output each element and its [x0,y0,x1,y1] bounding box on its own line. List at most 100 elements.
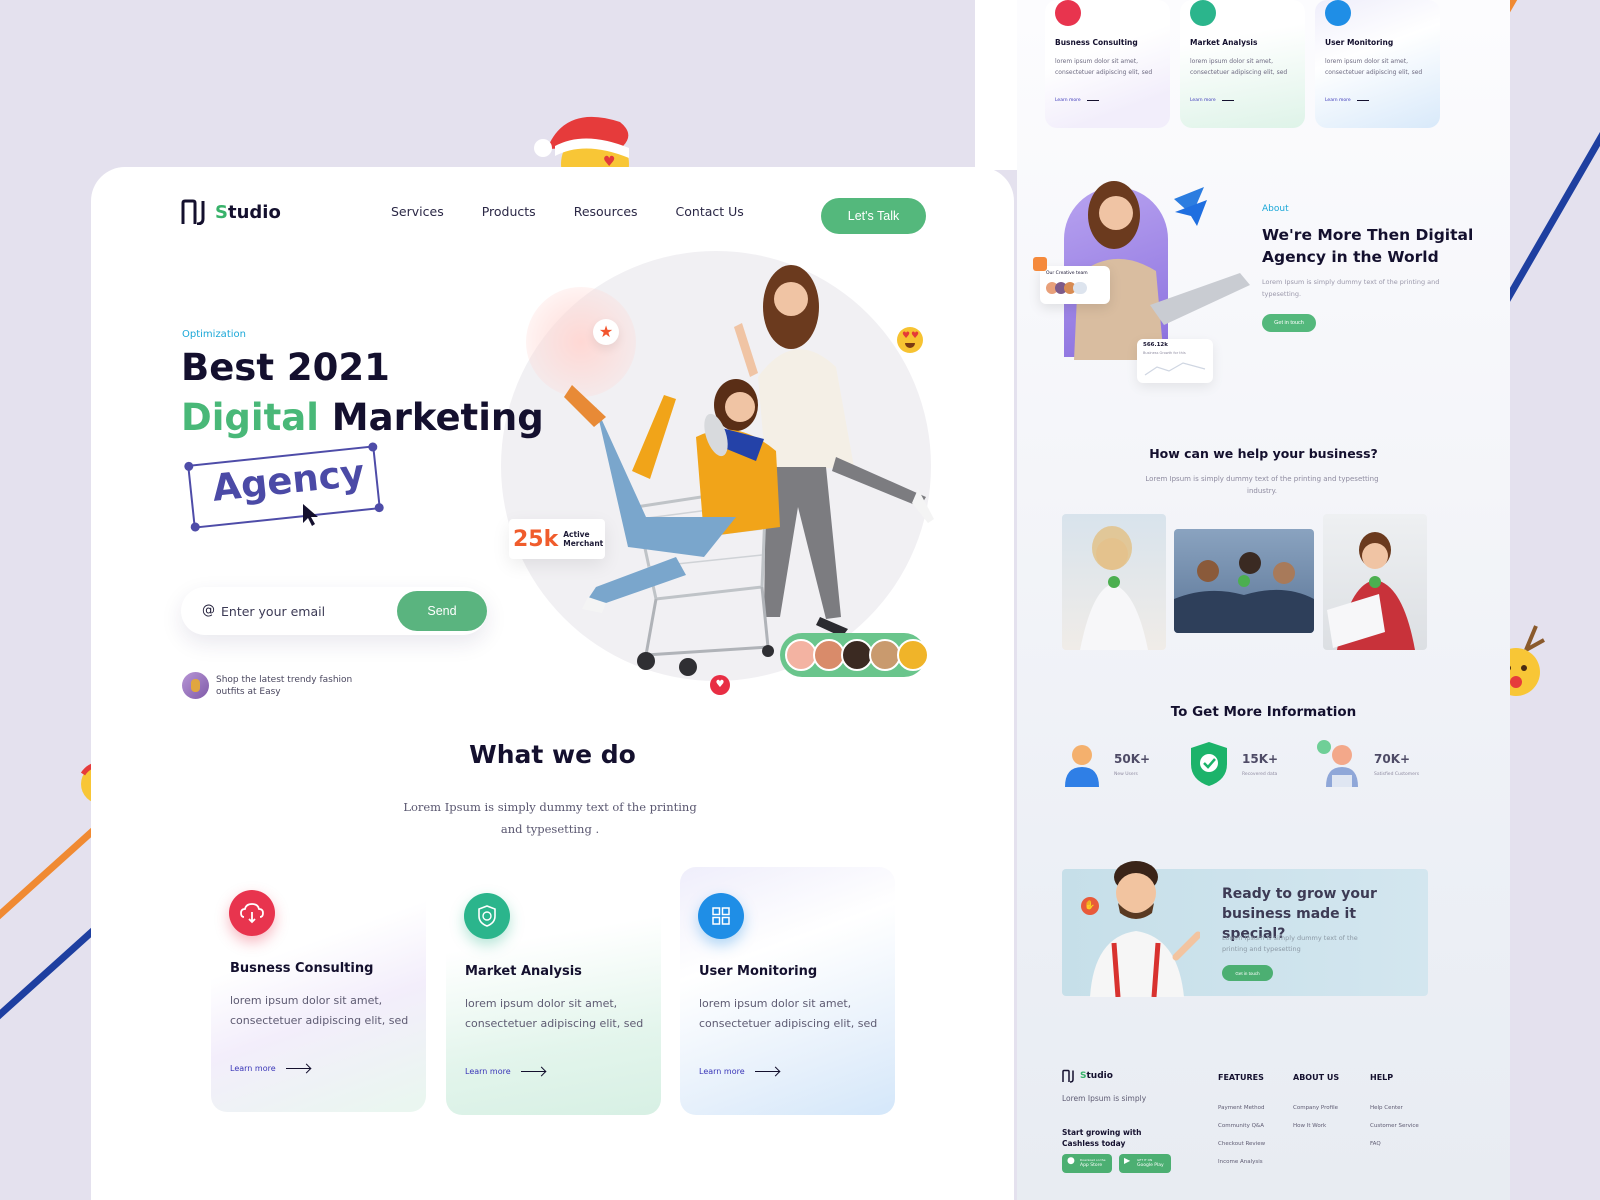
star-badge-icon: ★ [593,319,619,345]
email-field[interactable] [221,600,381,622]
mini-card-desc: lorem ipsum dolor sit amet, consectetuer… [1055,58,1153,76]
merchant-stat-label: Active Merchant [563,530,604,548]
video-thumbnail-woman-docs[interactable] [1323,514,1427,650]
play-icon[interactable] [1238,575,1250,587]
mini-card-title: Market Analysis [1190,38,1258,47]
hero-title-line1: Best 2021 [181,346,390,389]
video-thumbnail-team-meeting[interactable] [1174,529,1314,633]
card-desc: lorem ipsum dolor sit amet, consectetuer… [230,994,409,1027]
growth-stat-card: 566.12k Business Growth for this [1137,339,1213,383]
nav-item-contact[interactable]: Contact Us [676,204,744,219]
footer-brand-name: Studio [1080,1071,1113,1081]
learn-more-link[interactable]: Learn more [1325,98,1369,103]
footer-grow-text: Start growing with Cashless today [1062,1128,1142,1148]
card-title: Busness Consulting [230,961,374,976]
lets-talk-button[interactable]: Let's Talk [821,198,926,234]
at-icon: @ [202,603,215,618]
mini-card-consulting[interactable]: Busness Consulting lorem ipsum dolor sit… [1045,0,1170,128]
footer-link[interactable]: How It Work [1293,1123,1326,1129]
footer-link[interactable]: FAQ [1370,1141,1381,1147]
hero-title-line2: Digital Marketing [181,396,544,439]
main-nav: Services Products Resources Contact Us [391,204,744,219]
google-play-button[interactable]: ▶ GET IT ON Google Play [1119,1154,1171,1173]
mini-card-desc: lorem ipsum dolor sit amet, consectetuer… [1325,58,1423,76]
surprised-man-illustration [1090,861,1200,997]
shield-icon [464,893,510,939]
footer-link[interactable]: Checkout Review [1218,1141,1265,1147]
learn-more-link[interactable]: Learn more [465,1067,545,1076]
apple-icon: ● [1067,1156,1075,1166]
security-shield-icon [1191,742,1227,786]
mini-card-user-monitoring[interactable]: User Monitoring lorem ipsum dolor sit am… [1315,0,1440,128]
growth-stat-label: Business Growth for this [1143,351,1186,355]
video-thumbnail-phone-call[interactable] [1062,514,1166,650]
help-title: How can we help your business? [1149,446,1378,461]
stat-recovered-value: 15K+ [1242,752,1279,766]
mini-card-title: Busness Consulting [1055,38,1138,47]
decorative-stripe-blue-right [1501,76,1600,306]
footer-link[interactable]: Community Q&A [1218,1123,1264,1129]
help-subtitle: Lorem Ipsum is simply dummy text of the … [1145,475,1379,495]
footer-link[interactable]: Income Analysis [1218,1159,1263,1165]
arrow-right-icon [1356,100,1369,101]
service-card-user-monitoring[interactable]: User Monitoring lorem ipsum dolor sit am… [680,867,895,1115]
card-title: Market Analysis [465,964,582,979]
learn-more-link[interactable]: Learn more [699,1067,779,1076]
footer-logo[interactable]: Studio [1062,1069,1113,1083]
learn-more-link[interactable]: Learn more [1190,98,1234,103]
nav-item-products[interactable]: Products [482,204,536,219]
learn-more-link[interactable]: Learn more [1055,98,1099,103]
stat-new-users-value: 50K+ [1114,752,1151,766]
footer-link[interactable]: Payment Method [1218,1105,1264,1111]
promo-text: Shop the latest trendy fashion outfits a… [216,674,353,697]
send-button[interactable]: Send [397,591,487,631]
brand-logo[interactable]: Studio [181,199,281,225]
santa-emoji-icon: ♥ [534,116,629,170]
nav-item-resources[interactable]: Resources [574,204,638,219]
service-card-market-analysis[interactable]: Market Analysis lorem ipsum dolor sit am… [446,867,661,1115]
email-subscribe-form: @ Send [181,587,487,635]
stat-new-users-label: New Users [1114,772,1138,777]
learn-more-link[interactable]: Learn more [230,1064,310,1073]
decorative-stripe-blue-left [0,920,104,1027]
paper-plane-icon [1175,200,1207,226]
cursor-icon [303,504,318,526]
mini-card-market-analysis[interactable]: Market Analysis lorem ipsum dolor sit am… [1180,0,1305,128]
landing-page-main: Studio Services Products Resources Conta… [91,167,1014,1200]
app-store-button[interactable]: ● Download on the App Store [1062,1154,1112,1173]
app-store-label: App Store [1080,1163,1103,1168]
footer-tagline: Lorem Ipsum is simply [1062,1094,1147,1103]
footer-link[interactable]: Help Center [1370,1105,1403,1111]
footer-heading-features: FEATURES [1218,1073,1264,1082]
support-agent-icon [1317,740,1358,787]
service-card-consulting[interactable]: Busness Consulting lorem ipsum dolor sit… [211,864,426,1112]
footer-link[interactable]: Customer Service [1370,1123,1419,1129]
orange-badge-icon [1033,257,1047,271]
mini-card-title: User Monitoring [1325,38,1394,47]
promo-note: Shop the latest trendy fashion outfits a… [182,672,356,699]
customer-avatars-group [780,633,929,677]
nav-item-services[interactable]: Services [391,204,444,219]
footer-link[interactable]: Company Profile [1293,1105,1338,1111]
what-we-do-title: What we do [469,740,636,769]
about-title: We're More Then Digital Agency in the Wo… [1262,226,1474,266]
play-icon[interactable] [1108,576,1120,588]
creative-team-card: Our Creative team [1040,266,1110,304]
logo-mark-icon [181,199,205,225]
grid-icon [1325,0,1351,26]
heart-icon: ♥ [710,675,730,695]
cloud-icon [1055,0,1081,26]
merchant-stat-card: 25k Active Merchant [509,519,605,559]
users-icon [1065,745,1099,787]
brand-name: Studio [215,201,281,223]
cloud-icon [229,890,275,936]
cta-get-in-touch-button[interactable]: Get in touch [1222,965,1273,981]
shield-icon [1190,0,1216,26]
what-we-do-subtitle: Lorem Ipsum is simply dummy text of the … [403,800,697,836]
arrow-right-icon [1086,100,1099,101]
arrow-right-icon [285,1067,310,1070]
get-in-touch-button[interactable]: Get in touch [1262,314,1316,332]
stat-satisfied-label: Satisfied Customers [1374,772,1420,777]
mini-card-desc: lorem ipsum dolor sit amet, consectetuer… [1190,58,1288,76]
play-icon[interactable] [1369,576,1381,588]
